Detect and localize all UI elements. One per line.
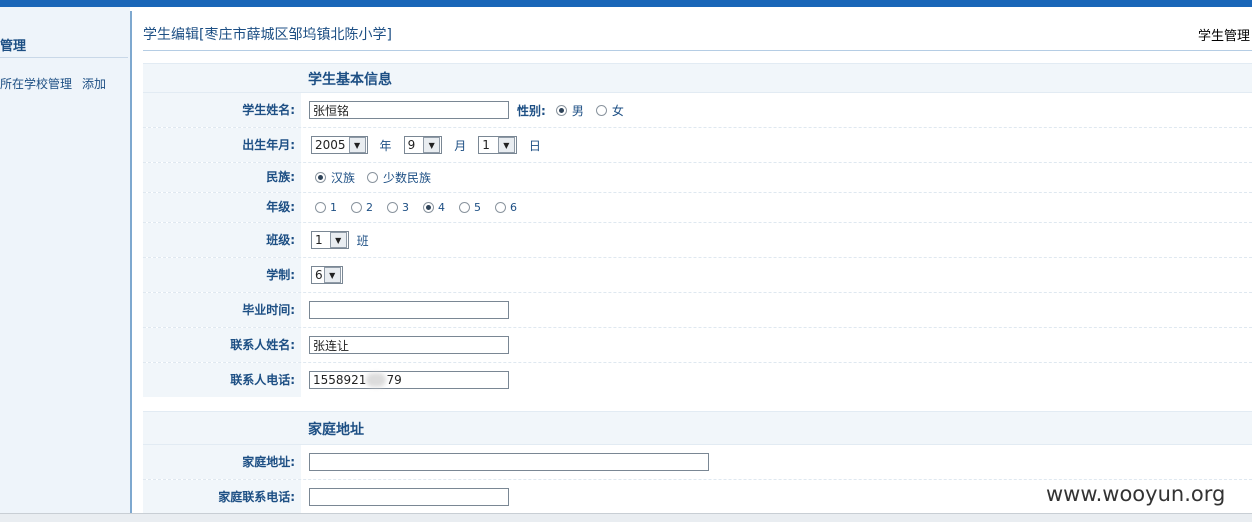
dropdown-arrow-icon[interactable]: ▼ <box>423 137 441 153</box>
row-grade: 年级: 1 2 3 4 5 6 <box>143 193 1252 223</box>
grade-option-4[interactable]: 4 <box>423 201 445 214</box>
dropdown-arrow-icon[interactable]: ▼ <box>497 137 515 153</box>
label-contact-phone: 联系人电话: <box>143 363 301 397</box>
radio-icon[interactable] <box>387 202 398 213</box>
radio-icon[interactable] <box>595 104 607 116</box>
birth-day-unit: 日 <box>528 138 541 153</box>
radio-icon-checked[interactable] <box>315 172 326 183</box>
redaction-blur <box>366 373 387 387</box>
contact-phone-suffix: 79 <box>386 373 402 387</box>
label-class: 班级: <box>143 223 301 257</box>
class-select[interactable]: 1 ▼ <box>311 231 349 249</box>
label-graduation: 毕业时间: <box>143 293 301 327</box>
grade-label-4: 4 <box>438 201 445 214</box>
label-school-system: 学制: <box>143 258 301 292</box>
grade-label-1: 1 <box>330 201 337 214</box>
dropdown-arrow-icon[interactable]: ▼ <box>323 267 341 283</box>
ethnicity-option-minority[interactable]: 少数民族 <box>367 169 431 186</box>
row-contact-phone: 联系人电话: 1558921 79 <box>143 363 1252 397</box>
ethnicity-option-han[interactable]: 汉族 <box>315 169 355 186</box>
ethnicity-han-label: 汉族 <box>331 171 356 185</box>
label-home-address: 家庭地址: <box>143 445 301 479</box>
label-contact-name: 联系人姓名: <box>143 328 301 362</box>
watermark: www.wooyun.org <box>1046 482 1226 506</box>
dropdown-arrow-icon[interactable]: ▼ <box>329 232 347 248</box>
sidebar-divider-line <box>0 57 128 58</box>
sidebar-title: 管理 <box>0 39 27 54</box>
home-phone-input[interactable] <box>309 488 509 506</box>
graduation-input[interactable] <box>309 301 509 319</box>
section-title-basic: 学生基本信息 <box>308 72 392 88</box>
contact-phone-input[interactable]: 1558921 79 <box>309 371 509 389</box>
ethnicity-minority-label: 少数民族 <box>383 171 432 185</box>
label-student-name: 学生姓名: <box>143 93 301 127</box>
label-grade: 年级: <box>143 193 301 222</box>
row-birth: 出生年月: 2005 ▼ 年 9 ▼ 月 1 ▼ 日 <box>143 128 1252 163</box>
row-graduation: 毕业时间: <box>143 293 1252 328</box>
label-gender: 性别: <box>517 103 546 118</box>
sidebar-splitter[interactable] <box>130 11 132 513</box>
school-system-select[interactable]: 6 ▼ <box>311 266 343 284</box>
main-content: 学生编辑[枣庄市薛城区邹坞镇北陈小学] 学生管理 学生基本信息 学生姓名: 张恒… <box>135 11 1252 514</box>
grade-option-3[interactable]: 3 <box>387 201 409 214</box>
label-birth: 出生年月: <box>143 128 301 162</box>
radio-icon-checked[interactable] <box>423 202 434 213</box>
row-class: 班级: 1 ▼ 班 <box>143 223 1252 258</box>
birth-month-unit: 月 <box>454 138 467 153</box>
section-address: 家庭地址 <box>143 411 1252 445</box>
contact-name-input[interactable]: 张连让 <box>309 336 509 354</box>
row-student-name: 学生姓名: 张恒铭 性别: 男 女 <box>143 93 1252 128</box>
student-name-input[interactable]: 张恒铭 <box>309 101 509 119</box>
school-system-value: 6 <box>315 268 323 282</box>
birth-day-value: 1 <box>482 138 490 152</box>
class-unit: 班 <box>356 233 369 248</box>
grade-option-1[interactable]: 1 <box>315 201 337 214</box>
sidebar-link-school-manage[interactable]: 所在学校管理 <box>0 75 72 92</box>
birth-year-select[interactable]: 2005 ▼ <box>311 136 368 154</box>
section-title-address: 家庭地址 <box>308 422 364 438</box>
grade-label-2: 2 <box>366 201 373 214</box>
gender-option-male[interactable]: 男 <box>555 102 584 119</box>
sidebar-link-add[interactable]: 添加 <box>82 75 106 92</box>
top-bar <box>0 0 1252 7</box>
gender-male-label: 男 <box>571 103 584 118</box>
page-title: 学生编辑[枣庄市薛城区邹坞镇北陈小学] <box>143 27 392 43</box>
birth-year-value: 2005 <box>315 138 346 152</box>
birth-year-unit: 年 <box>379 138 392 153</box>
row-school-system: 学制: 6 ▼ <box>143 258 1252 293</box>
grade-label-3: 3 <box>402 201 409 214</box>
home-address-input[interactable] <box>309 453 709 471</box>
row-home-address: 家庭地址: <box>143 445 1252 480</box>
grade-label-6: 6 <box>510 201 517 214</box>
radio-icon[interactable] <box>495 202 506 213</box>
radio-icon[interactable] <box>459 202 470 213</box>
radio-icon[interactable] <box>367 172 379 183</box>
row-contact-name: 联系人姓名: 张连让 <box>143 328 1252 363</box>
birth-month-value: 9 <box>407 138 416 152</box>
birth-month-select[interactable]: 9 ▼ <box>403 136 443 154</box>
contact-phone-prefix: 1558921 <box>313 373 367 387</box>
gender-option-female[interactable]: 女 <box>595 102 624 119</box>
section-basic-info: 学生基本信息 <box>143 63 1252 93</box>
grade-option-5[interactable]: 5 <box>459 201 481 214</box>
grade-option-6[interactable]: 6 <box>495 201 517 214</box>
birth-day-select[interactable]: 1 ▼ <box>478 136 517 154</box>
gender-female-label: 女 <box>611 103 624 118</box>
dropdown-arrow-icon[interactable]: ▼ <box>348 137 366 153</box>
row-ethnicity: 民族: 汉族 少数民族 <box>143 163 1252 193</box>
sidebar: 管理 所在学校管理 添加 <box>0 7 130 513</box>
radio-icon-checked[interactable] <box>555 104 567 116</box>
header-right-label: 学生管理 <box>1197 29 1250 44</box>
label-home-phone: 家庭联系电话: <box>143 480 301 514</box>
label-ethnicity: 民族: <box>143 163 301 192</box>
class-value: 1 <box>315 233 323 247</box>
radio-icon[interactable] <box>351 202 362 213</box>
grade-label-5: 5 <box>474 201 481 214</box>
grade-option-2[interactable]: 2 <box>351 201 373 214</box>
radio-icon[interactable] <box>315 202 326 213</box>
header-divider <box>143 50 1252 51</box>
